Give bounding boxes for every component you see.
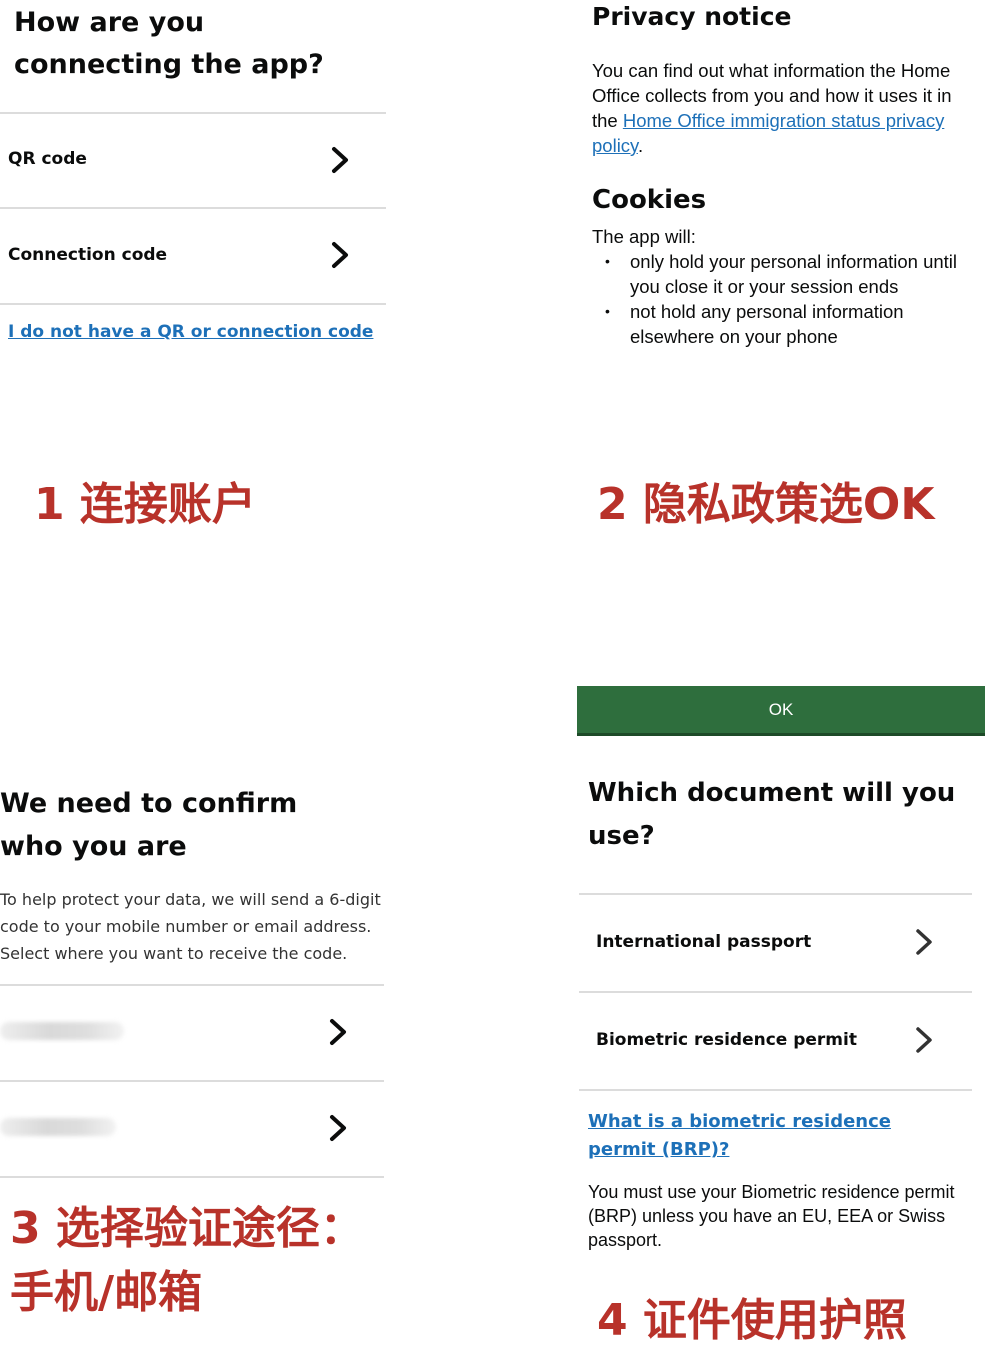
chevron-right-icon [912,927,938,957]
option-connection-code-label: Connection code [8,245,168,265]
option-qr-code-label: QR code [8,149,87,169]
divider [0,303,386,305]
step-3-label-line1: 3 选择验证途径： [10,1203,364,1254]
contact-option-1[interactable] [0,986,384,1080]
connect-title: How are you connecting the app? [14,7,324,80]
list-item: only hold your personal information unti… [592,249,972,299]
redacted-contact [0,1118,116,1136]
document-note: You must use your Biometric residence pe… [588,1182,955,1250]
ok-button[interactable]: OK [577,686,985,736]
option-passport-label: International passport [596,932,812,952]
divider [0,1176,384,1178]
no-code-link[interactable]: I do not have a QR or connection code [8,322,373,342]
contact-option-2[interactable] [0,1082,384,1176]
option-biometric-residence-permit[interactable]: Biometric residence permit [579,993,972,1089]
chevron-right-icon [328,145,354,175]
option-brp-label: Biometric residence permit [596,1030,857,1050]
cookies-list: only hold your personal information unti… [592,249,972,349]
chevron-right-icon [912,1025,938,1055]
divider [579,1089,972,1091]
confirm-title: We need to confirm who you are [0,788,298,862]
option-connection-code[interactable]: Connection code [0,209,386,303]
document-title: Which document will you use? [588,778,956,851]
cookies-title: Cookies [592,185,707,215]
step-3-label-line2: 手机/邮箱 [10,1267,203,1318]
chevron-right-icon [328,240,354,270]
privacy-text: You can find out what information the Ho… [592,58,972,158]
confirm-description: To help protect your data, we will send … [0,890,381,963]
option-international-passport[interactable]: International passport [579,895,972,991]
chevron-right-icon [326,1113,352,1143]
privacy-title: Privacy notice [592,2,792,31]
brp-info-link[interactable]: What is a biometric residence permit (BR… [588,1108,928,1164]
list-item: not hold any personal information elsewh… [592,299,972,349]
chevron-right-icon [326,1017,352,1047]
redacted-contact [0,1022,124,1040]
option-qr-code[interactable]: QR code [0,114,386,207]
cookies-intro: The app will: [592,226,696,247]
step-1-label: 1 连接账户 [34,479,256,530]
privacy-policy-link[interactable]: Home Office immigration status privacy p… [592,110,944,156]
privacy-text-after: . [637,135,644,156]
step-4-label: 4 证件使用护照 [597,1295,907,1346]
step-2-label: 2 隐私政策选OK [597,479,935,530]
